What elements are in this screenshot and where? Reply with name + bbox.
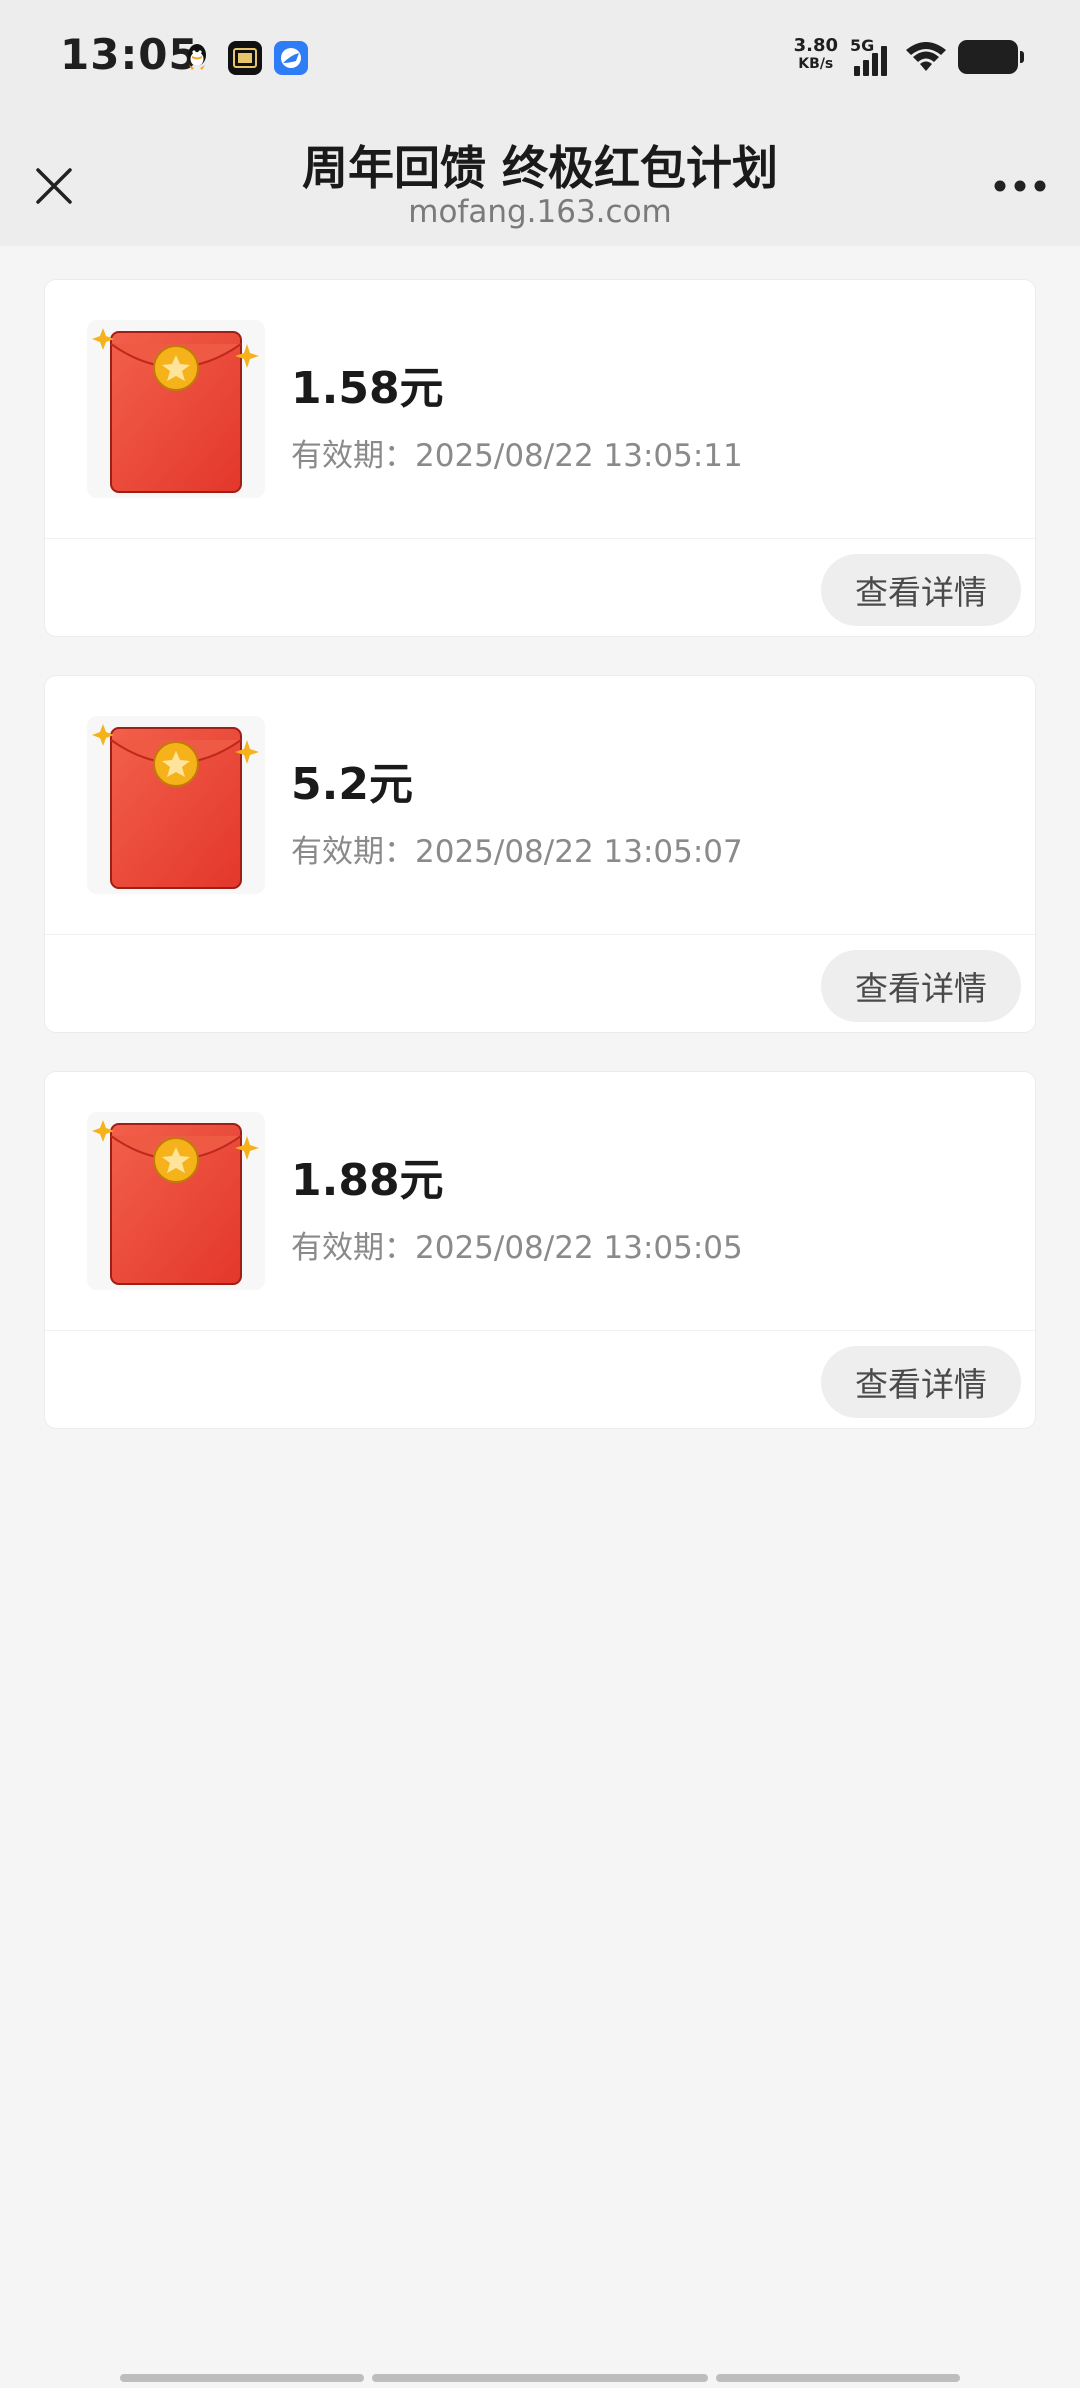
- view-details-button[interactable]: 查看详情: [821, 950, 1021, 1022]
- expiry: 有效期：2025/08/22 13:05:07: [291, 826, 743, 871]
- net-speed: 3.80 KB/s: [794, 36, 838, 74]
- expiry-label: 有效期：: [291, 438, 415, 474]
- red-envelope-icon: [87, 1112, 265, 1290]
- gesture-segment: [120, 2374, 364, 2382]
- gesture-segment: [372, 2374, 708, 2382]
- expiry: 有效期：2025/08/22 13:05:11: [291, 430, 743, 475]
- status-bar: 13:05 3.80 KB/s 5G: [0, 0, 1080, 118]
- gesture-segment: [716, 2374, 960, 2382]
- red-envelope-icon: [87, 320, 265, 498]
- view-details-button[interactable]: 查看详情: [821, 1346, 1021, 1418]
- battery-icon: [958, 40, 1024, 74]
- divider: [45, 934, 1035, 935]
- divider: [45, 538, 1035, 539]
- amount: 1.58元: [291, 363, 444, 414]
- more-button[interactable]: [984, 158, 1056, 214]
- amount: 1.88元: [291, 1155, 444, 1206]
- expiry-time: 2025/08/22 13:05:05: [415, 1230, 743, 1266]
- card-content: 1.58元 有效期：2025/08/22 13:05:11: [45, 280, 1035, 538]
- expiry-label: 有效期：: [291, 834, 415, 870]
- red-envelope-list: 1.58元 有效期：2025/08/22 13:05:11 查看详情 5.2元 …: [44, 279, 1036, 1467]
- wifi-icon: [902, 38, 950, 78]
- qq-icon: [180, 41, 214, 75]
- signal-icon: [850, 38, 894, 78]
- expiry-time: 2025/08/22 13:05:11: [415, 438, 743, 474]
- gesture-bar: [0, 2370, 1080, 2388]
- more-dots-icon: [994, 180, 1046, 192]
- red-envelope-card: 5.2元 有效期：2025/08/22 13:05:07 查看详情: [44, 675, 1036, 1033]
- status-time: 13:05: [60, 30, 199, 79]
- red-envelope-card: 1.58元 有效期：2025/08/22 13:05:11 查看详情: [44, 279, 1036, 637]
- divider: [45, 1330, 1035, 1331]
- expiry: 有效期：2025/08/22 13:05:05: [291, 1222, 743, 1267]
- red-envelope-icon: [87, 716, 265, 894]
- net-speed-unit: KB/s: [798, 56, 834, 72]
- card-content: 5.2元 有效期：2025/08/22 13:05:07: [45, 676, 1035, 934]
- tv-app-icon: [228, 41, 262, 75]
- net-speed-value: 3.80: [793, 35, 838, 56]
- red-envelope-card: 1.88元 有效期：2025/08/22 13:05:05 查看详情: [44, 1071, 1036, 1429]
- amount: 5.2元: [291, 759, 413, 810]
- title-bar: 周年回馈 终极红包计划 mofang.163.com: [0, 118, 1080, 246]
- page-title: 周年回馈 终极红包计划: [301, 141, 778, 195]
- browser-icon: [274, 41, 308, 75]
- card-content: 1.88元 有效期：2025/08/22 13:05:05: [45, 1072, 1035, 1330]
- page-domain: mofang.163.com: [408, 194, 672, 230]
- expiry-time: 2025/08/22 13:05:07: [415, 834, 743, 870]
- expiry-label: 有效期：: [291, 1230, 415, 1266]
- view-details-button[interactable]: 查看详情: [821, 554, 1021, 626]
